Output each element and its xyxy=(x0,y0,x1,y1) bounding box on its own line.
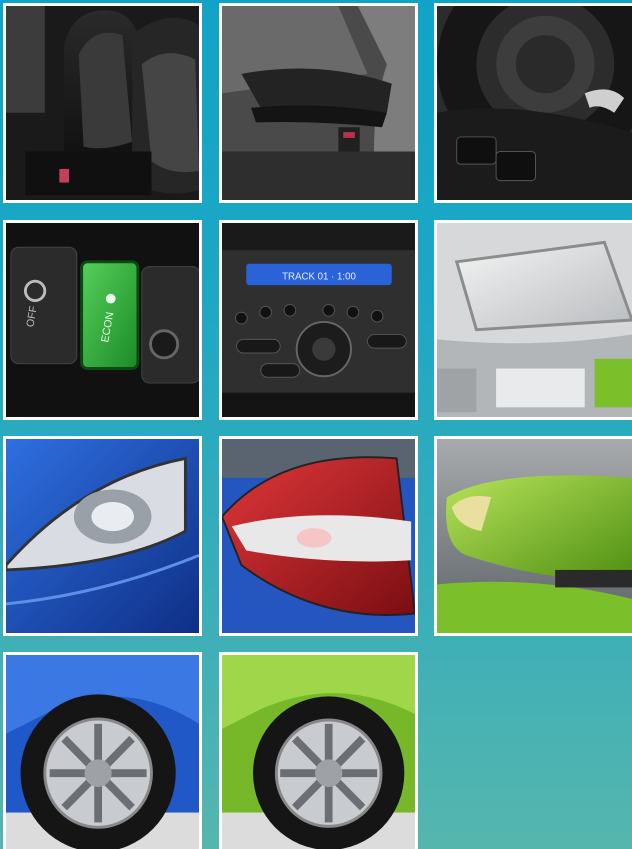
steering-wheel-icon xyxy=(437,6,632,200)
audio-display: TRACK 01 · 1:00 xyxy=(282,271,356,282)
seats-icon xyxy=(6,6,199,200)
taillight-icon xyxy=(222,439,415,633)
blue-wheel-icon xyxy=(6,655,199,849)
tile-audio-system[interactable]: TRACK 01 · 1:00 xyxy=(219,220,418,420)
tile-armrest[interactable] xyxy=(219,3,418,203)
tile-seats[interactable] xyxy=(3,3,202,203)
side-mirror-icon xyxy=(437,439,632,633)
green-wheel-icon xyxy=(222,655,415,849)
tile-econ-button[interactable]: OFF ECON xyxy=(3,220,202,420)
econ-button-icon: OFF ECON xyxy=(6,223,199,417)
headlight-icon xyxy=(6,439,199,633)
tile-blue-wheel[interactable] xyxy=(3,652,202,849)
tile-taillight[interactable] xyxy=(219,436,418,636)
tile-side-mirror[interactable] xyxy=(434,436,632,636)
tile-green-wheel[interactable] xyxy=(219,652,418,849)
tile-steering-wheel[interactable] xyxy=(434,3,632,203)
tile-sunroof[interactable] xyxy=(434,220,632,420)
sunroof-icon xyxy=(437,223,632,417)
tile-headlight[interactable] xyxy=(3,436,202,636)
audio-system-icon: TRACK 01 · 1:00 xyxy=(222,223,415,417)
armrest-icon xyxy=(222,6,415,200)
